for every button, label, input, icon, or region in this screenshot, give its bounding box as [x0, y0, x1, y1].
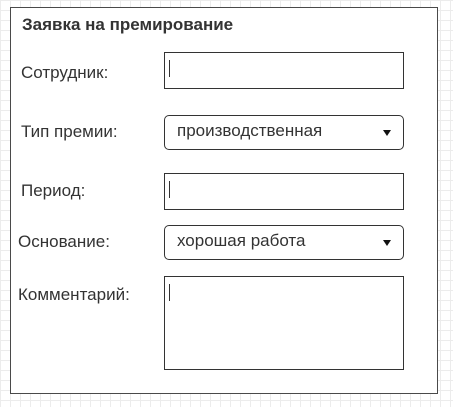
chevron-down-icon — [383, 130, 391, 136]
period-input[interactable] — [164, 173, 404, 210]
reason-selected-value: хорошая работа — [177, 231, 306, 250]
bonus-type-select[interactable]: производственная — [164, 115, 404, 150]
bonus-type-label: Тип премии: — [21, 122, 118, 141]
employee-input[interactable] — [164, 52, 404, 89]
period-label: Период: — [21, 181, 86, 200]
text-cursor-icon — [169, 181, 170, 198]
chevron-down-icon — [383, 240, 391, 246]
reason-select[interactable]: хорошая работа — [164, 225, 404, 260]
bonus-type-selected-value: производственная — [177, 121, 323, 140]
text-cursor-icon — [169, 60, 170, 77]
reason-label: Основание: — [18, 232, 110, 251]
comment-textarea[interactable] — [164, 276, 404, 370]
form-title: Заявка на премирование — [22, 15, 234, 34]
text-cursor-icon — [169, 284, 170, 301]
employee-label: Сотрудник: — [21, 63, 109, 82]
comment-label: Комментарий: — [18, 285, 130, 304]
